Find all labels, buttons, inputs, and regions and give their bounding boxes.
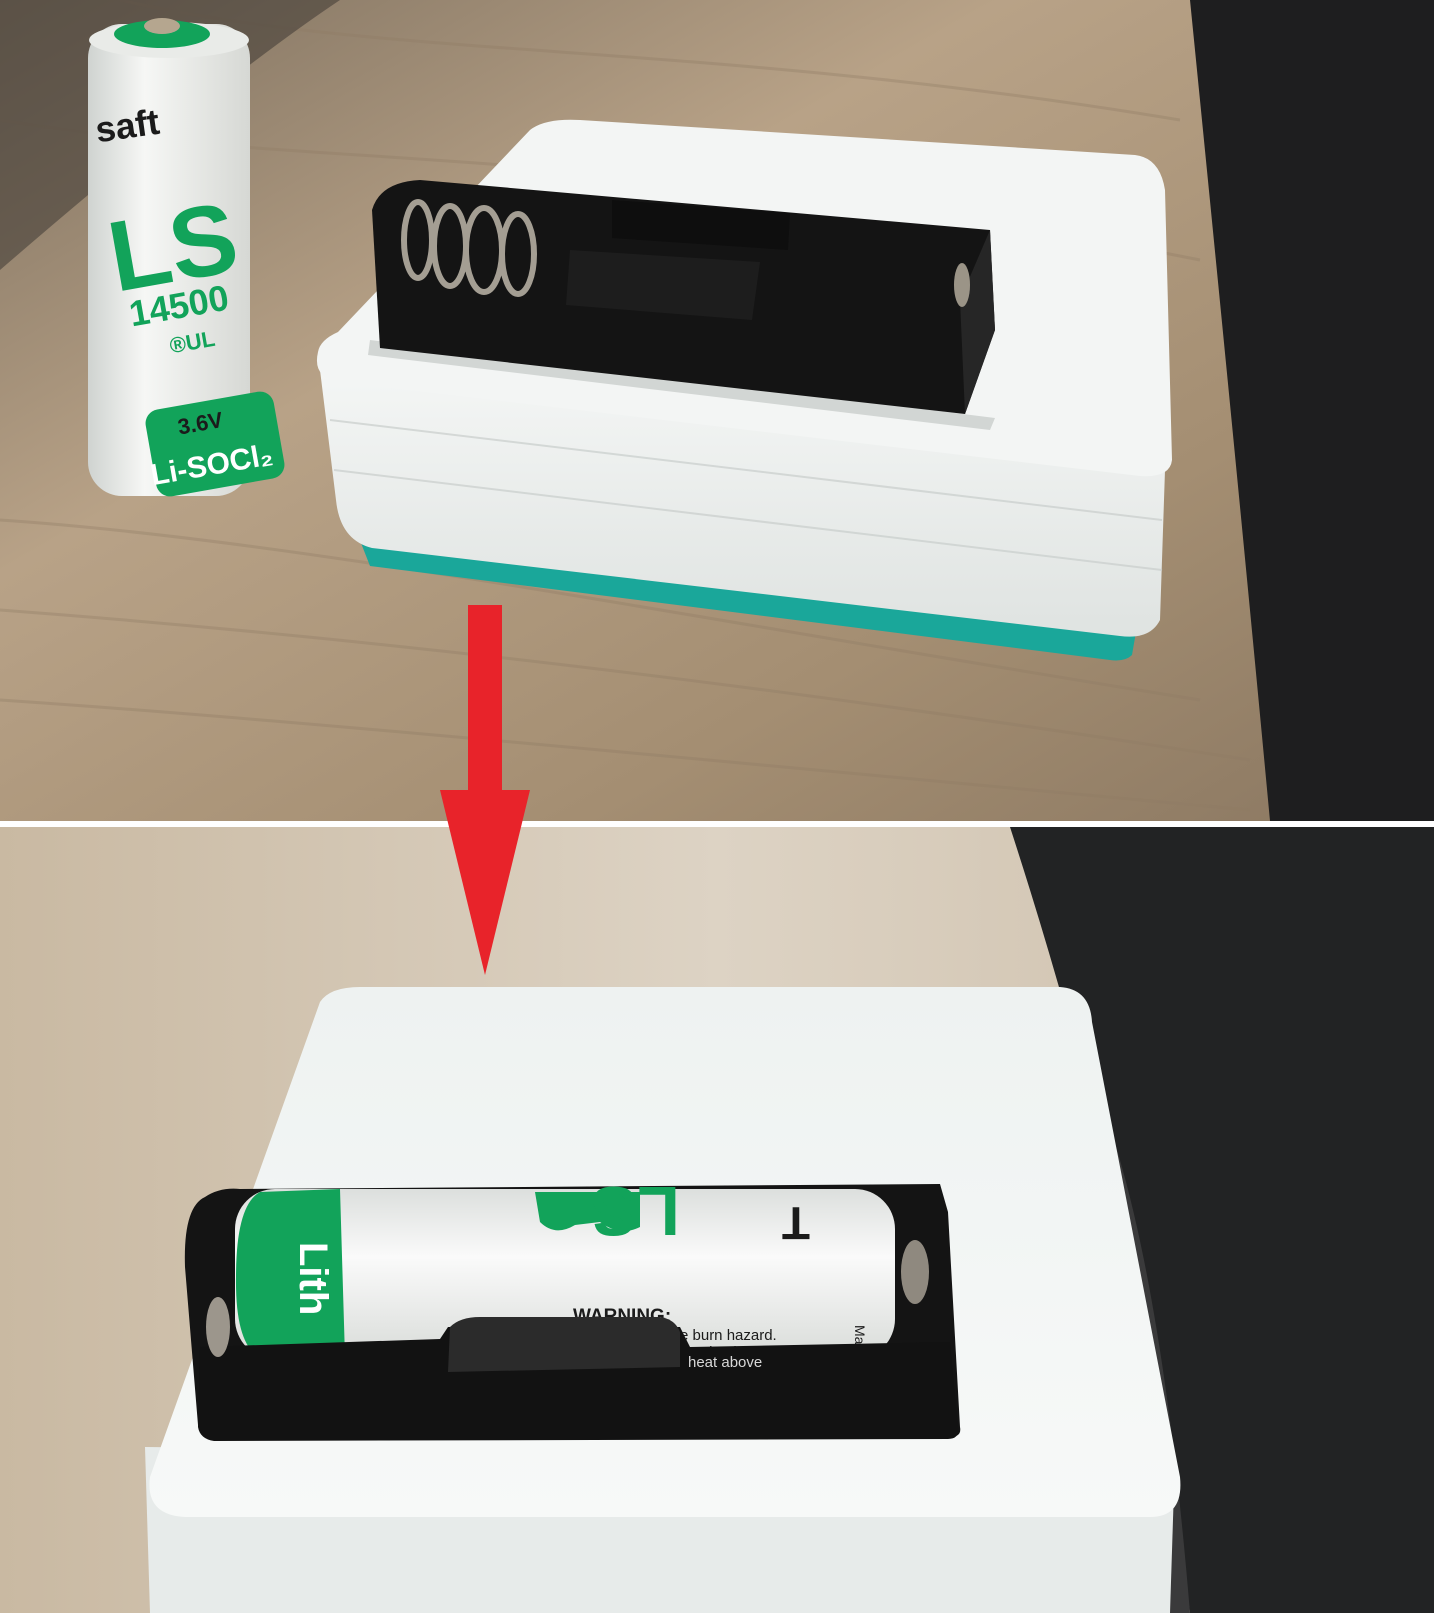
holder-contact	[954, 263, 970, 307]
warning-line-3: heat above	[688, 1354, 762, 1371]
battery-holder-loaded: Lith LS T WARNING: re burn hazard. ort c…	[184, 1172, 961, 1441]
top-photo: saft LS 14500 ®UL 3.6V Li-SOCl₂	[0, 0, 1434, 821]
battery-chemistry-fragment: Lith	[291, 1242, 335, 1315]
down-arrow-icon	[440, 605, 530, 975]
holder-contact	[901, 1240, 929, 1304]
battery-brand-fragment: T	[782, 1197, 810, 1249]
holder-spring	[206, 1297, 230, 1357]
warning-line-1: re burn hazard.	[675, 1327, 777, 1344]
battery-model-fragment: LS	[591, 1172, 680, 1250]
bottom-photo: Lith LS T WARNING: re burn hazard. ort c…	[0, 827, 1434, 1613]
